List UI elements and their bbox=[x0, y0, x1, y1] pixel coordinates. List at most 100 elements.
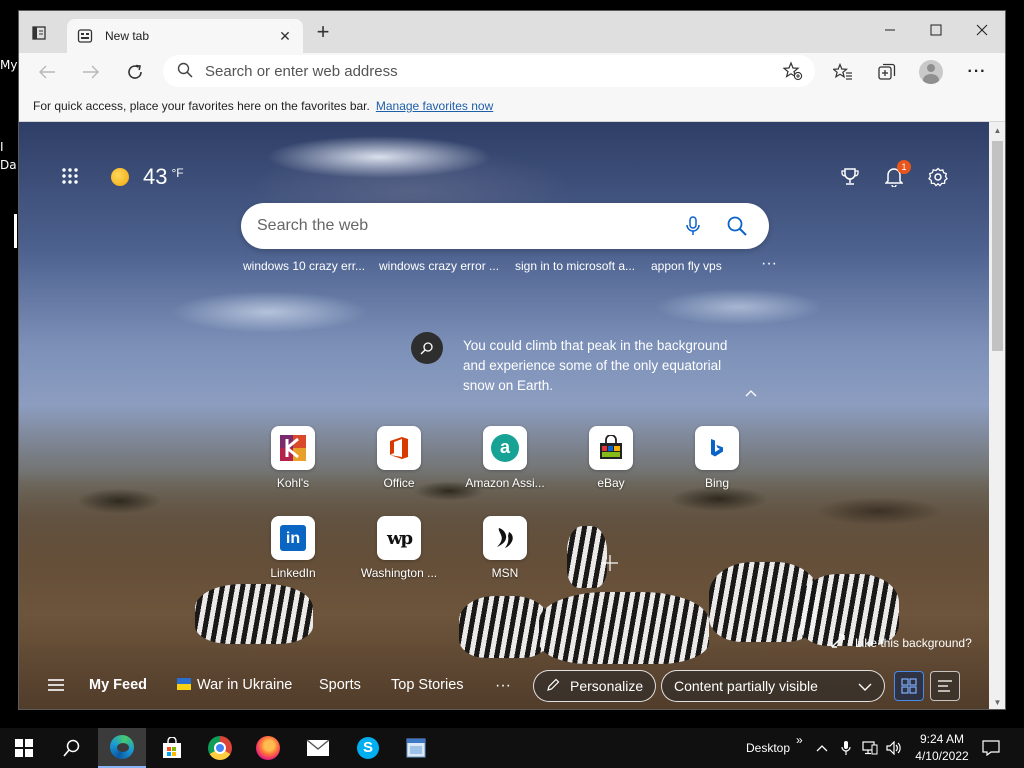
collections-button[interactable] bbox=[873, 59, 901, 85]
taskbar-search-icon[interactable] bbox=[48, 728, 96, 768]
scroll-down-arrow-icon[interactable]: ▼ bbox=[989, 694, 1005, 709]
quick-link-label: Kohl's bbox=[276, 476, 310, 490]
trending-search-item[interactable]: windows 10 crazy err... bbox=[243, 259, 379, 273]
taskbar-chrome-icon[interactable] bbox=[196, 728, 244, 768]
volume-icon[interactable] bbox=[886, 728, 902, 768]
quick-link-linkedin[interactable]: in LinkedIn bbox=[247, 516, 339, 580]
background-zebra bbox=[539, 592, 709, 664]
search-fact-icon[interactable] bbox=[411, 332, 443, 364]
action-center-notification-icon[interactable] bbox=[982, 728, 1000, 768]
microphone-icon[interactable] bbox=[681, 214, 705, 238]
network-icon[interactable] bbox=[862, 728, 878, 768]
taskbar-mail-icon[interactable] bbox=[294, 728, 342, 768]
browser-window: New tab ✕ + Search or enter web address bbox=[18, 10, 1006, 710]
feed-tab-label: War in Ukraine bbox=[197, 677, 293, 693]
quick-link-label: Amazon Assi... bbox=[465, 476, 545, 490]
address-bar[interactable]: Search or enter web address bbox=[163, 55, 815, 87]
office-logo-icon bbox=[377, 426, 421, 470]
taskbar-clock[interactable]: 9:24 AM 4/10/2022 bbox=[904, 731, 980, 765]
toolbar: Search or enter web address ··· bbox=[19, 53, 1005, 91]
close-window-button[interactable] bbox=[959, 15, 1005, 45]
favorites-bar-hint: For quick access, place your favorites h… bbox=[33, 99, 370, 113]
personalize-button[interactable]: Personalize bbox=[533, 670, 657, 702]
hamburger-menu-icon[interactable] bbox=[47, 678, 65, 694]
weather-widget[interactable]: 43 °F bbox=[111, 164, 184, 190]
quick-link-washington-post[interactable]: wp Washington ... bbox=[353, 516, 445, 580]
expand-arrows-icon bbox=[831, 634, 845, 651]
scroll-up-arrow-icon[interactable]: ▲ bbox=[989, 122, 1005, 139]
content-visibility-dropdown[interactable]: Content partially visible bbox=[661, 670, 885, 702]
background-fact-text[interactable]: You could climb that peak in the backgro… bbox=[463, 336, 741, 396]
grid-view-button[interactable] bbox=[894, 671, 924, 701]
page-settings-gear-icon[interactable] bbox=[927, 166, 949, 188]
list-view-button[interactable] bbox=[930, 671, 960, 701]
rewards-trophy-icon[interactable] bbox=[839, 166, 861, 188]
feed-nav-bar: My Feed War in Ukraine Sports Top Storie… bbox=[19, 662, 989, 709]
quick-link-ebay[interactable]: eBay bbox=[565, 426, 657, 490]
microphone-tray-icon[interactable] bbox=[841, 728, 851, 768]
tab-title: New tab bbox=[105, 29, 150, 43]
more-trending-button[interactable]: ··· bbox=[753, 256, 793, 273]
show-hidden-icons-chevron-up-icon[interactable] bbox=[816, 728, 828, 768]
desktop-toolbar-label[interactable]: Desktop bbox=[746, 728, 790, 768]
favorites-bar: For quick access, place your favorites h… bbox=[19, 91, 1005, 122]
quick-link-amazon-assistant[interactable]: a Amazon Assi... bbox=[459, 426, 551, 490]
feed-tab-war-in-ukraine[interactable]: War in Ukraine bbox=[177, 677, 292, 693]
forward-button[interactable] bbox=[77, 59, 105, 85]
web-search-icon[interactable] bbox=[725, 214, 749, 238]
tab-actions-icon[interactable] bbox=[29, 23, 49, 43]
desktop-icon-label-da[interactable]: Da bbox=[0, 158, 17, 172]
feed-tab-my-feed[interactable]: My Feed bbox=[89, 677, 147, 693]
web-search-box[interactable]: Search the web bbox=[241, 203, 769, 249]
settings-and-more-button[interactable]: ··· bbox=[963, 59, 991, 85]
background-zebra bbox=[459, 596, 549, 658]
quick-link-kohls[interactable]: Kohl's bbox=[247, 426, 339, 490]
page-scrollbar[interactable]: ▲ ▼ bbox=[989, 122, 1005, 709]
profile-avatar[interactable] bbox=[917, 59, 945, 85]
desktop-icon-edge[interactable] bbox=[14, 214, 17, 248]
taskbar-firefox-icon[interactable] bbox=[244, 728, 292, 768]
background-fact: You could climb that peak in the backgro… bbox=[411, 332, 741, 396]
start-button[interactable] bbox=[0, 728, 48, 768]
favorites-button[interactable] bbox=[829, 59, 857, 85]
notifications-bell-icon[interactable]: 1 bbox=[883, 160, 911, 188]
quick-link-label: Bing bbox=[704, 476, 730, 490]
trending-search-item[interactable]: sign in to microsoft a... bbox=[515, 259, 651, 273]
quick-link-msn[interactable]: MSN bbox=[459, 516, 551, 580]
web-search-placeholder: Search the web bbox=[257, 217, 369, 234]
manage-favorites-link[interactable]: Manage favorites now bbox=[376, 99, 493, 113]
title-bar: New tab ✕ + bbox=[19, 11, 1005, 53]
like-background-link[interactable]: Like this background? bbox=[831, 634, 972, 651]
desktop-icon-label-i[interactable]: I bbox=[0, 140, 4, 154]
add-quick-link-icon[interactable] bbox=[601, 554, 619, 577]
maximize-button[interactable] bbox=[913, 15, 959, 45]
taskbar-skype-icon[interactable]: S bbox=[344, 728, 392, 768]
feed-more-button[interactable]: ··· bbox=[495, 677, 511, 695]
bing-logo-icon bbox=[695, 426, 739, 470]
scrollbar-thumb[interactable] bbox=[992, 141, 1003, 351]
collapse-chevron-up-icon[interactable] bbox=[745, 386, 757, 400]
app-launcher-icon[interactable] bbox=[61, 167, 81, 187]
close-tab-icon[interactable]: ✕ bbox=[277, 28, 293, 44]
taskbar-app-window-icon[interactable] bbox=[392, 728, 440, 768]
quick-link-bing[interactable]: Bing bbox=[671, 426, 763, 490]
back-button[interactable] bbox=[33, 59, 61, 85]
taskbar-overflow-chevron[interactable]: » bbox=[796, 720, 803, 760]
add-favorite-icon[interactable] bbox=[782, 61, 803, 84]
minimize-button[interactable] bbox=[867, 15, 913, 45]
new-tab-button[interactable]: + bbox=[313, 21, 333, 43]
taskbar-store-icon[interactable] bbox=[148, 728, 196, 768]
washington-post-logo-icon: wp bbox=[377, 516, 421, 560]
trending-search-item[interactable]: appon fly vps bbox=[651, 259, 753, 273]
clock-date: 4/10/2022 bbox=[915, 749, 969, 763]
desktop-icon-label-my[interactable]: My bbox=[0, 58, 17, 72]
msn-butterfly-icon bbox=[483, 516, 527, 560]
trending-search-item[interactable]: windows crazy error ... bbox=[379, 259, 515, 273]
feed-tab-top-stories[interactable]: Top Stories bbox=[391, 677, 464, 693]
tab-new-tab[interactable]: New tab ✕ bbox=[67, 19, 303, 53]
refresh-button[interactable] bbox=[121, 59, 149, 85]
taskbar-edge-icon[interactable] bbox=[98, 728, 146, 768]
weather-temperature: 43 bbox=[143, 164, 168, 189]
quick-link-office[interactable]: Office bbox=[353, 426, 445, 490]
feed-tab-sports[interactable]: Sports bbox=[319, 677, 361, 693]
